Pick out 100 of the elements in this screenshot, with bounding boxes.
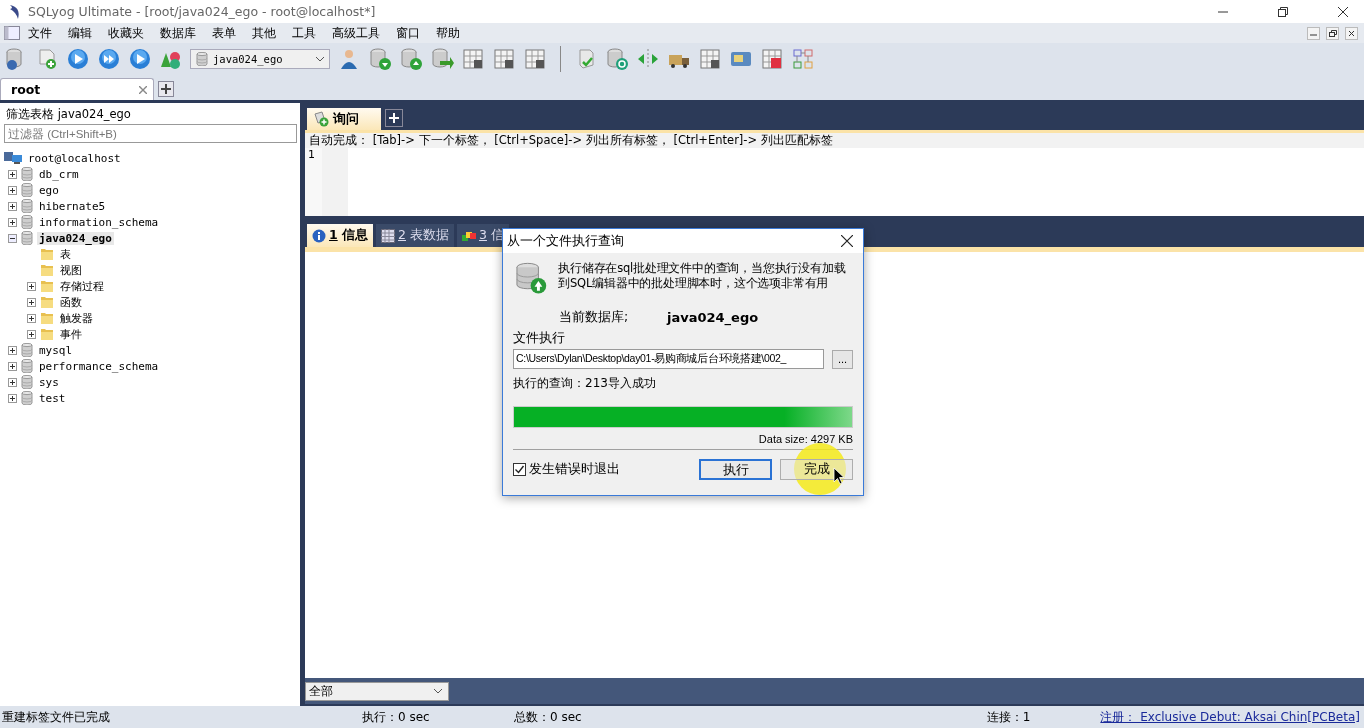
dialog-description: 执行储存在sql批处理文件中的查询，当您执行没有加载到SQL编辑器中的批处理脚本时，这个选项非常有用 xyxy=(558,261,847,291)
info-icon xyxy=(312,228,326,243)
plus-icon xyxy=(389,113,399,123)
expand-toggle[interactable] xyxy=(8,377,17,387)
expand-toggle[interactable] xyxy=(8,169,17,179)
database-icon xyxy=(21,215,33,229)
data-size: Data size: 4297 KB xyxy=(758,433,853,445)
tree-item[interactable]: root@localhost xyxy=(26,151,123,165)
registration-link[interactable]: 注册： Exclusive Debut: Aksai Chin[PCBeta] xyxy=(1100,708,1360,726)
expand-toggle[interactable] xyxy=(8,185,17,195)
tree-item[interactable]: 事件 xyxy=(58,326,84,342)
tree-item[interactable]: hibernate5 xyxy=(37,199,108,213)
connection-tab[interactable]: root xyxy=(0,78,154,100)
window-menu-icon[interactable] xyxy=(4,26,20,40)
restore-icon[interactable] xyxy=(1326,26,1339,40)
menu-item[interactable]: 帮助 xyxy=(428,24,468,42)
dialog-title: 从一个文件执行查询 xyxy=(507,232,624,250)
file-path-field[interactable]: C:\Users\Dylan\Desktop\day01-易购商城后台环境搭建\002_ xyxy=(513,349,824,369)
server-icon xyxy=(4,152,22,164)
menu-item[interactable]: 高级工具 xyxy=(324,24,388,42)
expand-toggle[interactable] xyxy=(27,313,36,323)
dialog-button[interactable]: 执行 xyxy=(699,459,772,480)
tree-item[interactable]: 表 xyxy=(58,246,73,262)
play-icon[interactable] xyxy=(66,47,90,71)
table-icon xyxy=(381,228,396,243)
tree-item[interactable]: 存储过程 xyxy=(58,278,106,294)
expand-toggle[interactable] xyxy=(27,329,36,339)
database-icon xyxy=(21,199,33,213)
fast-forward-icon[interactable] xyxy=(97,47,121,71)
dialog-button[interactable]: 完成 xyxy=(780,459,853,480)
database-icon xyxy=(21,391,33,405)
database-icon xyxy=(21,167,33,181)
query-status: 执行的查询：213导入成功 xyxy=(513,375,657,392)
checkbox-icon[interactable] xyxy=(513,463,526,476)
database-dropdown[interactable]: java024_ego xyxy=(190,49,330,69)
result-tab[interactable]: 1 信息 xyxy=(307,224,374,247)
new-query-button[interactable] xyxy=(385,109,403,127)
tree-item[interactable]: ego xyxy=(37,183,61,197)
tree-item[interactable]: java024_ego xyxy=(37,231,114,245)
tree-item[interactable]: test xyxy=(37,391,68,405)
query-tab[interactable]: 询问 xyxy=(307,108,381,130)
menu-item[interactable]: 文件 xyxy=(20,24,60,42)
expand-toggle[interactable] xyxy=(8,345,17,355)
menu-item[interactable]: 工具 xyxy=(284,24,324,42)
app-logo-icon xyxy=(8,3,22,20)
database-icon xyxy=(21,359,33,373)
tree-item[interactable]: db_crm xyxy=(37,167,81,181)
status-message: 重建标签文件已完成 xyxy=(2,708,111,726)
tree-item[interactable]: 视图 xyxy=(58,262,84,278)
expand-toggle[interactable] xyxy=(8,361,17,371)
result-filter-dropdown[interactable]: 全部 xyxy=(305,681,449,701)
database-icon xyxy=(21,343,33,357)
new-tab-button[interactable] xyxy=(158,81,174,97)
tree-item[interactable]: mysql xyxy=(37,343,75,357)
folder-icon xyxy=(40,311,54,325)
database-icon xyxy=(21,183,33,197)
expand-toggle[interactable] xyxy=(8,217,17,227)
file-label: 文件执行 xyxy=(513,330,566,347)
tree-item[interactable]: performance_schema xyxy=(37,359,161,373)
close-icon[interactable] xyxy=(1345,26,1358,40)
autocomplete-hint: 自动完成： [Tab]-> 下一个标签， [Ctrl+Space]-> 列出所有标签， [Ctrl+Enter]-> 列出匹配标签 xyxy=(305,133,1364,148)
menu-item[interactable]: 编辑 xyxy=(60,24,100,42)
collapse-toggle[interactable] xyxy=(8,233,17,243)
expand-toggle[interactable] xyxy=(8,393,17,403)
close-icon[interactable] xyxy=(1338,6,1348,17)
expand-toggle[interactable] xyxy=(27,281,36,291)
expand-toggle[interactable] xyxy=(8,201,17,211)
database-icon xyxy=(196,52,208,66)
chevron-down-icon xyxy=(316,56,324,62)
db-arrow-icon[interactable] xyxy=(430,47,454,71)
total-time: 总数：0 sec xyxy=(514,708,582,726)
menu-item[interactable]: 其他 xyxy=(244,24,284,42)
result-tab[interactable]: 2 表数据 xyxy=(376,224,454,247)
filter-field[interactable]: 过滤器 (Ctrl+Shift+B) xyxy=(4,124,297,143)
connection-count: 连接：1 xyxy=(986,708,1031,726)
db-down-icon[interactable] xyxy=(368,47,392,71)
menu-item[interactable]: 收藏夹 xyxy=(100,24,152,42)
minimize-icon[interactable] xyxy=(1307,26,1320,40)
db-up-icon[interactable] xyxy=(399,47,423,71)
cursor-highlight xyxy=(794,443,846,495)
table-grid-icon[interactable] xyxy=(760,47,784,71)
menu-item[interactable]: 数据库 xyxy=(152,24,204,42)
folder-icon xyxy=(40,327,54,341)
query-icon xyxy=(313,111,329,127)
tree-item[interactable]: sys xyxy=(37,375,61,389)
folder-icon xyxy=(40,279,54,293)
browse-button[interactable]: ... xyxy=(832,349,853,369)
close-icon[interactable] xyxy=(841,235,853,247)
menu-item[interactable]: 窗口 xyxy=(388,24,428,42)
chevron-down-icon xyxy=(434,688,442,694)
execution-time: 执行：0 sec xyxy=(362,708,431,726)
tree-item[interactable]: 函数 xyxy=(58,294,84,310)
tree-item[interactable]: 触发器 xyxy=(58,310,95,326)
abort-on-error-checkbox[interactable]: 发生错误时退出 xyxy=(513,461,620,478)
restore-icon[interactable] xyxy=(1278,6,1288,17)
menu-item[interactable]: 表单 xyxy=(204,24,244,42)
tree-item[interactable]: information_schema xyxy=(37,215,161,229)
database-label: 当前数据库; xyxy=(559,309,630,326)
database-upload-icon xyxy=(515,261,549,295)
expand-toggle[interactable] xyxy=(27,297,36,307)
